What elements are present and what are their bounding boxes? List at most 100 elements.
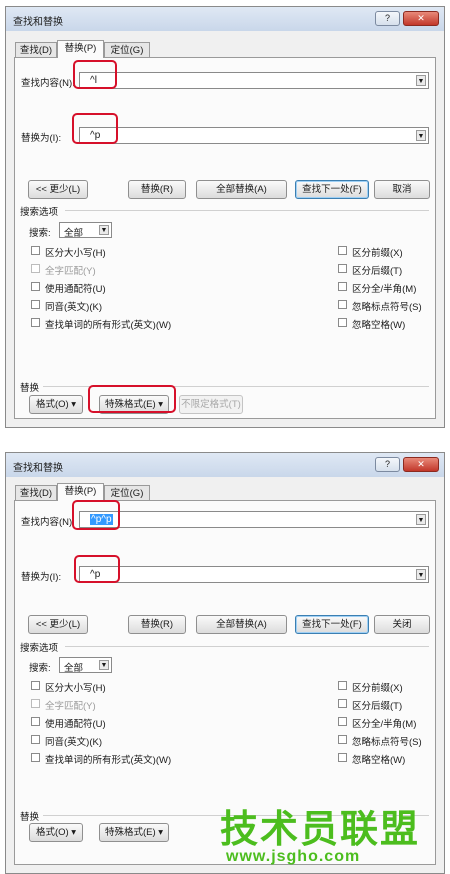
divider — [43, 386, 429, 387]
wildcards-label: 使用通配符(U) — [45, 284, 106, 295]
no-formatting-button[interactable]: 不限定格式(T) — [179, 395, 243, 414]
find-next-button[interactable]: 查找下一处(F) — [295, 180, 369, 199]
find-input[interactable]: ^p^p ▼ — [79, 511, 429, 528]
chevron-down-icon[interactable]: ▼ — [416, 75, 426, 86]
replace-input[interactable]: ^p ▼ — [79, 566, 429, 583]
title-bar: 查找和替换 ? ✕ — [6, 7, 444, 31]
ignore-space-label: 忽略空格(W) — [352, 755, 406, 766]
word-forms-checkbox[interactable] — [31, 753, 40, 762]
watermark-logo-text: 技术员联盟 — [220, 807, 421, 851]
replace-all-button[interactable]: 全部替换(A) — [196, 180, 287, 199]
close-dialog-button[interactable]: 关闭 — [374, 615, 430, 634]
help-button[interactable]: ? — [375, 11, 400, 26]
ignore-space-checkbox[interactable] — [338, 753, 347, 762]
search-direction-select[interactable]: 全部 ▼ — [59, 222, 112, 239]
title-bar: 查找和替换 ? ✕ — [6, 453, 444, 477]
whole-word-checkbox[interactable] — [31, 264, 40, 273]
find-value: ^p^p — [90, 514, 113, 525]
chevron-down-icon[interactable]: ▼ — [416, 569, 426, 580]
replace-panel: 查找内容(N): ^l ▼ 替换为(I): ^p ▼ << 更少(L) 替换(R… — [14, 57, 436, 419]
special-format-button[interactable]: 特殊格式(E) ▾ — [99, 395, 169, 414]
match-suffix-checkbox[interactable] — [338, 699, 347, 708]
dialog-title: 查找和替换 — [13, 17, 63, 28]
ignore-punct-label: 忽略标点符号(S) — [352, 737, 422, 748]
word-forms-label: 查找单词的所有形式(英文)(W) — [45, 320, 172, 331]
search-label: 搜索: — [29, 663, 51, 674]
tab-replace[interactable]: 替换(P) — [57, 483, 104, 501]
find-value: ^l — [90, 75, 97, 86]
match-width-label: 区分全/半角(M) — [352, 284, 417, 295]
find-input[interactable]: ^l ▼ — [79, 72, 429, 89]
search-options-title: 搜索选项 — [20, 643, 59, 654]
match-case-checkbox[interactable] — [31, 246, 40, 255]
cancel-button[interactable]: 取消 — [374, 180, 430, 199]
format-button[interactable]: 格式(O) ▾ — [29, 395, 83, 414]
tab-find[interactable]: 查找(D) — [15, 42, 57, 58]
divider — [65, 210, 429, 211]
match-prefix-label: 区分前缀(X) — [352, 683, 403, 694]
match-width-label: 区分全/半角(M) — [352, 719, 417, 730]
ignore-space-label: 忽略空格(W) — [352, 320, 406, 331]
match-width-checkbox[interactable] — [338, 717, 347, 726]
replace-input[interactable]: ^p ▼ — [79, 127, 429, 144]
divider — [65, 646, 429, 647]
special-format-button[interactable]: 特殊格式(E) ▾ — [99, 823, 169, 842]
chevron-down-icon[interactable]: ▼ — [99, 660, 109, 670]
tab-goto[interactable]: 定位(G) — [104, 42, 150, 58]
match-suffix-label: 区分后缀(T) — [352, 266, 403, 277]
watermark-url: www.jsgho.com — [226, 848, 361, 865]
match-prefix-label: 区分前缀(X) — [352, 248, 403, 259]
close-button[interactable]: ✕ — [403, 457, 439, 472]
replace-button[interactable]: 替换(R) — [128, 180, 186, 199]
close-button[interactable]: ✕ — [403, 11, 439, 26]
replace-label: 替换为(I): — [21, 133, 62, 144]
less-button[interactable]: << 更少(L) — [28, 615, 88, 634]
match-prefix-checkbox[interactable] — [338, 246, 347, 255]
sounds-like-label: 同音(英文)(K) — [45, 737, 102, 748]
replace-all-button[interactable]: 全部替换(A) — [196, 615, 287, 634]
whole-word-label: 全字匹配(Y) — [45, 701, 96, 712]
tab-find[interactable]: 查找(D) — [15, 485, 57, 501]
wildcards-checkbox[interactable] — [31, 282, 40, 291]
search-direction-value: 全部 — [64, 663, 84, 674]
chevron-down-icon[interactable]: ▼ — [416, 130, 426, 141]
match-prefix-checkbox[interactable] — [338, 681, 347, 690]
less-button[interactable]: << 更少(L) — [28, 180, 88, 199]
tab-replace[interactable]: 替换(P) — [57, 40, 104, 58]
replace-section-title: 替换 — [20, 383, 40, 394]
match-case-label: 区分大小写(H) — [45, 683, 106, 694]
match-width-checkbox[interactable] — [338, 282, 347, 291]
word-forms-checkbox[interactable] — [31, 318, 40, 327]
search-label: 搜索: — [29, 228, 51, 239]
find-next-button[interactable]: 查找下一处(F) — [295, 615, 369, 634]
match-suffix-checkbox[interactable] — [338, 264, 347, 273]
wildcards-checkbox[interactable] — [31, 717, 40, 726]
help-button[interactable]: ? — [375, 457, 400, 472]
ignore-punct-label: 忽略标点符号(S) — [352, 302, 422, 313]
sounds-like-checkbox[interactable] — [31, 300, 40, 309]
ignore-space-checkbox[interactable] — [338, 318, 347, 327]
replace-section-title: 替换 — [20, 812, 40, 823]
chevron-down-icon[interactable]: ▼ — [416, 514, 426, 525]
search-options-title: 搜索选项 — [20, 207, 59, 218]
format-button[interactable]: 格式(O) ▾ — [29, 823, 83, 842]
replace-value: ^p — [90, 569, 101, 580]
replace-label: 替换为(I): — [21, 572, 62, 583]
wildcards-label: 使用通配符(U) — [45, 719, 106, 730]
search-direction-select[interactable]: 全部 ▼ — [59, 657, 112, 674]
dialog-title: 查找和替换 — [13, 463, 63, 474]
tab-goto[interactable]: 定位(G) — [104, 485, 150, 501]
match-suffix-label: 区分后缀(T) — [352, 701, 403, 712]
ignore-punct-checkbox[interactable] — [338, 735, 347, 744]
sounds-like-checkbox[interactable] — [31, 735, 40, 744]
replace-button[interactable]: 替换(R) — [128, 615, 186, 634]
whole-word-label: 全字匹配(Y) — [45, 266, 96, 277]
whole-word-checkbox[interactable] — [31, 699, 40, 708]
word-forms-label: 查找单词的所有形式(英文)(W) — [45, 755, 172, 766]
sounds-like-label: 同音(英文)(K) — [45, 302, 102, 313]
match-case-checkbox[interactable] — [31, 681, 40, 690]
chevron-down-icon[interactable]: ▼ — [99, 225, 109, 235]
site-watermark: 技术员联盟 www.jsgho.com — [214, 798, 434, 874]
find-label: 查找内容(N): — [21, 517, 75, 528]
ignore-punct-checkbox[interactable] — [338, 300, 347, 309]
